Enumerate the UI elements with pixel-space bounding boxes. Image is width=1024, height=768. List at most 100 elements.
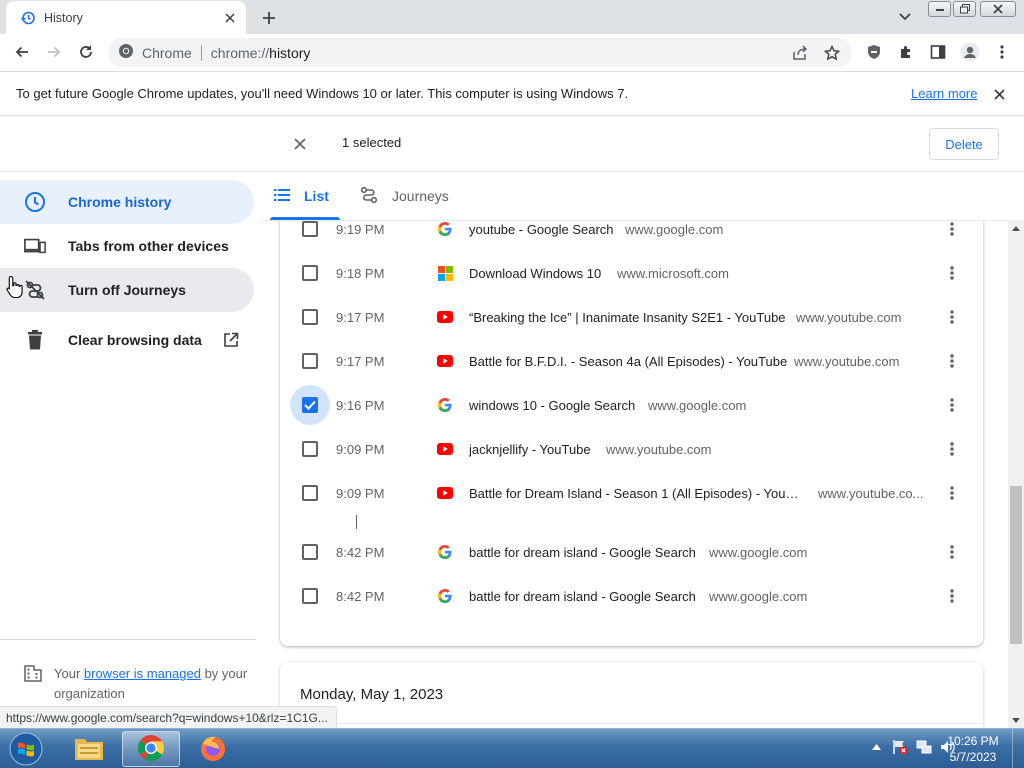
- learn-more-link[interactable]: Learn more: [911, 86, 977, 101]
- tab-journeys[interactable]: Journeys: [360, 172, 449, 220]
- row-time: 8:42 PM: [336, 588, 385, 604]
- history-row[interactable]: 9:16 PM windows 10 - Google Search www.goo…: [280, 383, 983, 427]
- sidebar-item-turn-off-journeys[interactable]: Turn off Journeys: [0, 268, 254, 312]
- infobar-close-icon[interactable]: [990, 85, 1008, 103]
- share-icon[interactable]: [788, 41, 812, 65]
- history-row[interactable]: 9:09 PM Battle for Dream Island - Season …: [280, 471, 983, 515]
- row-title-link[interactable]: Battle for B.F.D.I. - Season 4a (All Epi…: [469, 354, 787, 369]
- sidebar-item-clear-browsing-data[interactable]: Clear browsing data: [0, 318, 254, 362]
- restore-button[interactable]: [953, 1, 976, 17]
- more-actions-icon[interactable]: [940, 261, 964, 285]
- history-row[interactable]: 9:18 PM Download Windows 10 www.microsoft.…: [280, 251, 983, 295]
- more-actions-icon[interactable]: [940, 437, 964, 461]
- more-actions-icon[interactable]: [940, 540, 964, 564]
- sidebar-item-label: Turn off Journeys: [68, 282, 186, 298]
- tab-list[interactable]: List: [274, 172, 329, 220]
- tab-search-chevron-icon[interactable]: [895, 8, 915, 26]
- clear-selection-icon[interactable]: [289, 133, 311, 155]
- minimize-button[interactable]: [928, 1, 951, 17]
- reload-button[interactable]: [72, 38, 100, 66]
- forward-button[interactable]: [40, 38, 68, 66]
- row-checkbox[interactable]: [302, 485, 318, 501]
- history-row[interactable]: 9:17 PM “Breaking the Ice” | Inanimate In…: [280, 295, 983, 339]
- history-row[interactable]: 9:09 PM jacknjellify - YouTube www.youtube…: [280, 427, 983, 471]
- row-time: 9:17 PM: [336, 353, 385, 369]
- scroll-up-arrow-icon[interactable]: [1012, 224, 1020, 232]
- sidebar-item-tabs-other-devices[interactable]: Tabs from other devices: [0, 224, 254, 268]
- clock-time: 10:26 PM: [947, 734, 999, 748]
- taskbar-firefox-button[interactable]: [184, 731, 242, 767]
- row-domain: www.youtube.com: [606, 441, 712, 457]
- row-title-link[interactable]: Battle for Dream Island - Season 1 (All …: [469, 486, 799, 501]
- network-icon[interactable]: [916, 739, 932, 755]
- google-favicon-icon: [437, 221, 453, 237]
- more-actions-icon[interactable]: [940, 221, 964, 241]
- site-info-chip[interactable]: Chrome: [118, 43, 192, 62]
- address-bar[interactable]: Chrome chrome://history: [108, 38, 852, 67]
- page-scrollbar[interactable]: [1008, 220, 1024, 728]
- row-time: 9:17 PM: [336, 309, 385, 325]
- microsoft-favicon-icon: [437, 265, 453, 281]
- sidebar-item-chrome-history[interactable]: Chrome history: [0, 180, 254, 224]
- youtube-favicon-icon: [437, 485, 453, 501]
- show-desktop-button[interactable]: [1012, 729, 1024, 768]
- row-title-link[interactable]: youtube - Google Search: [469, 222, 614, 237]
- row-title-link[interactable]: battle for dream island - Google Search: [469, 545, 696, 560]
- row-time: 8:42 PM: [336, 544, 385, 560]
- row-checkbox[interactable]: [302, 221, 318, 237]
- row-title-link[interactable]: windows 10 - Google Search: [469, 398, 635, 413]
- row-checkbox[interactable]: [302, 353, 318, 369]
- row-checkbox-checked[interactable]: [302, 397, 318, 413]
- google-favicon-icon: [437, 588, 453, 604]
- scrollbar-thumb[interactable]: [1010, 486, 1022, 644]
- sidebar-item-label: Chrome history: [68, 194, 172, 210]
- profile-avatar-icon[interactable]: [956, 38, 984, 66]
- more-actions-icon[interactable]: [940, 305, 964, 329]
- row-domain: www.youtube.com: [794, 353, 900, 369]
- row-title-link[interactable]: battle for dream island - Google Search: [469, 589, 696, 604]
- clock-date: 5/7/2023: [949, 750, 997, 764]
- taskbar-clock[interactable]: 10:26 PM 5/7/2023: [940, 733, 1006, 765]
- row-title-link[interactable]: “Breaking the Ice” | Inanimate Insanity …: [469, 310, 786, 325]
- title-bar: History: [0, 0, 1024, 34]
- history-row[interactable]: 9:19 PM youtube - Google Search www.google…: [280, 221, 983, 251]
- start-button[interactable]: [4, 731, 48, 767]
- chrome-icon: [118, 43, 134, 62]
- time-gap-indicator: [356, 515, 357, 529]
- more-actions-icon[interactable]: [940, 393, 964, 417]
- row-checkbox[interactable]: [302, 265, 318, 281]
- browser-managed-link[interactable]: browser is managed: [84, 666, 201, 681]
- row-title-link[interactable]: Download Windows 10: [469, 266, 601, 281]
- history-row[interactable]: 8:42 PM battle for dream island - Google …: [280, 530, 983, 574]
- row-checkbox[interactable]: [302, 309, 318, 325]
- row-checkbox[interactable]: [302, 588, 318, 604]
- row-checkbox[interactable]: [302, 544, 318, 560]
- bookmark-star-icon[interactable]: [820, 41, 844, 65]
- url-text: chrome://history: [210, 44, 311, 61]
- row-title-link[interactable]: jacknjellify - YouTube: [469, 442, 591, 457]
- back-button[interactable]: [8, 38, 36, 66]
- more-actions-icon[interactable]: [940, 584, 964, 608]
- side-panel-icon[interactable]: [924, 38, 952, 66]
- scroll-down-arrow-icon[interactable]: [1012, 716, 1020, 724]
- shield-extension-icon[interactable]: [860, 38, 888, 66]
- close-tab-icon[interactable]: [222, 10, 238, 26]
- row-checkbox[interactable]: [302, 441, 318, 457]
- show-hidden-icons-arrow-icon[interactable]: [868, 739, 884, 755]
- action-center-flag-icon[interactable]: [892, 739, 908, 755]
- chrome-menu-icon[interactable]: [988, 38, 1016, 66]
- taskbar-explorer-button[interactable]: [60, 731, 118, 767]
- managed-notice: Your browser is managed by your organiza…: [24, 664, 254, 704]
- row-domain: www.google.com: [709, 588, 808, 604]
- delete-button[interactable]: Delete: [929, 128, 999, 160]
- more-actions-icon[interactable]: [940, 481, 964, 505]
- update-infobar: To get future Google Chrome updates, you…: [0, 71, 1024, 116]
- more-actions-icon[interactable]: [940, 349, 964, 373]
- history-row[interactable]: 9:17 PM Battle for B.F.D.I. - Season 4a (…: [280, 339, 983, 383]
- tab-history[interactable]: History: [6, 1, 246, 34]
- extensions-puzzle-icon[interactable]: [892, 38, 920, 66]
- taskbar-chrome-button[interactable]: [122, 731, 180, 767]
- new-tab-button[interactable]: [258, 7, 280, 29]
- window-close-button[interactable]: [980, 1, 1016, 17]
- history-row[interactable]: 8:42 PM battle for dream island - Google …: [280, 574, 983, 618]
